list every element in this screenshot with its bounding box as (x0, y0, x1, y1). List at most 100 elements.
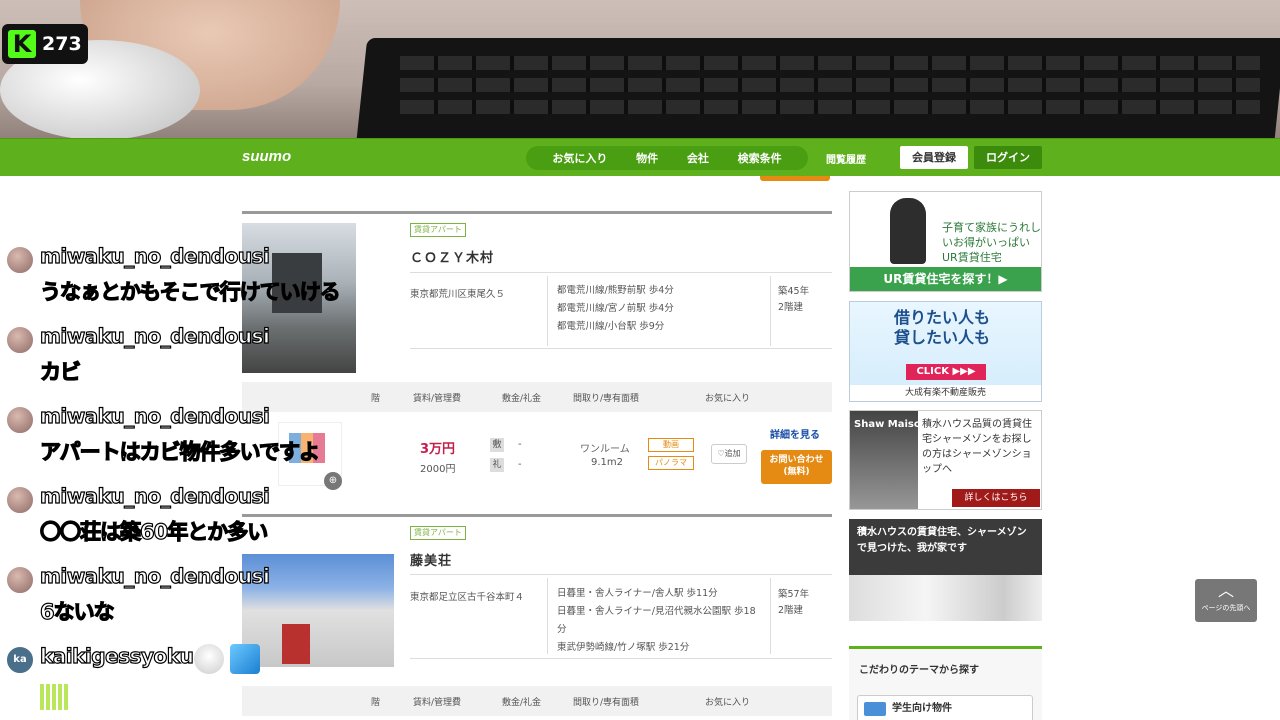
station-item: 都電荒川線/宮ノ前駅 歩4分 (557, 303, 674, 314)
building-info: 築57年 2階建 (778, 587, 809, 619)
divider (547, 578, 548, 654)
avatar (6, 566, 34, 594)
building-floors: 2階建 (778, 605, 804, 616)
key-money-row: 礼- (490, 458, 522, 472)
previous-inquiry-button[interactable] (760, 176, 830, 181)
keyboard-keys (400, 100, 1260, 114)
ad-headline: 借りたい人も 貸したい人も (894, 308, 990, 348)
ad-photo (890, 198, 926, 264)
ad-text: 積水ハウスの賃貸住宅、シャーメゾンで見つけた、我が家です (857, 527, 1027, 554)
station-item: 日暮里・舎人ライナー/見沼代親水公園駅 歩18分 (557, 606, 756, 635)
col-layout: 間取り/専有面積 (573, 394, 640, 404)
divider (770, 578, 771, 654)
station-item: 日暮里・舎人ライナー/舎人駅 歩11分 (557, 588, 718, 599)
ad-text: 子育て家族にうれしいお得がいっぱい UR賃貸住宅 (942, 221, 1041, 264)
chat-username: miwaku_no_dendousi (39, 483, 270, 508)
property-address: 東京都足立区古千谷本町４ (410, 592, 525, 603)
chat-username: miwaku_no_dendousi (39, 323, 270, 348)
register-button[interactable]: 会員登録 (900, 146, 968, 169)
zoom-icon[interactable]: ⊕ (324, 472, 342, 490)
theme-item-label: 学生向け物件 (892, 703, 952, 714)
col-floor: 階 (371, 394, 381, 404)
avatar (6, 406, 34, 434)
deposit-row: 敷- (490, 438, 522, 452)
nav-properties[interactable]: 物件 (636, 150, 658, 166)
deposit-label: 敷 (490, 438, 504, 452)
col-floor: 階 (371, 698, 381, 708)
chat-text: アパートはカビ物件多いですよ (39, 439, 320, 464)
listing-separator (242, 514, 832, 517)
divider (547, 276, 548, 346)
keyboard-keys (400, 78, 1260, 92)
avatar: ka (6, 646, 34, 674)
theme-search-box: こだわりのテーマから探す 学生向け物件 (849, 646, 1042, 720)
suumo-logo[interactable]: suumo (242, 148, 291, 165)
listing-separator (242, 211, 832, 214)
shamaison-ad[interactable]: Shaw Maison 積水ハウス品質の賃貸住宅シャーメゾンをお探しの方はシャー… (849, 410, 1042, 510)
property-name[interactable]: 藤美荘 (410, 550, 452, 569)
ur-housing-ad[interactable]: 子育て家族にうれしいお得がいっぱい UR賃貸住宅 UR賃貸住宅を探す！▶ (849, 191, 1042, 292)
nav-companies[interactable]: 会社 (687, 150, 709, 166)
key-money-label: 礼 (490, 458, 504, 472)
col-layout: 間取り/専有面積 (573, 698, 640, 708)
graduation-cap-icon (864, 702, 886, 716)
ad-brand: Shaw Maison (854, 419, 928, 430)
col-favorite: お気に入り (705, 698, 751, 708)
property-name[interactable]: ＣＯＺＹ木村 (410, 247, 494, 266)
chat-username: miwaku_no_dendousi (39, 403, 270, 428)
sekisui-ad[interactable]: 積水ハウスの賃貸住宅、シャーメゾンで見つけた、我が家です (849, 519, 1042, 621)
divider (410, 272, 832, 273)
inquiry-button[interactable]: お問い合わせ (無料) (761, 450, 832, 484)
audio-bars-icon (40, 684, 68, 710)
key-money-value: - (518, 459, 522, 470)
emote-icon (194, 644, 224, 674)
room-layout: ワンルーム (580, 444, 630, 455)
main-nav: お気に入り 物件 会社 検索条件 (526, 146, 808, 170)
deposit-value: - (518, 439, 522, 450)
avatar (6, 486, 34, 514)
taisei-ad[interactable]: 借りたい人も 貸したい人も CLICK ▶▶▶ 大成有楽不動産販売 (849, 301, 1042, 402)
ad-cta: UR賃貸住宅を探す！▶ (850, 267, 1041, 291)
management-fee: 2000円 (420, 464, 456, 475)
building-age: 築57年 (778, 589, 810, 600)
history-dropdown[interactable]: 閲覧履歴 (826, 151, 866, 166)
viewer-count-badge: K 273 (2, 24, 88, 64)
kick-logo-icon: K (8, 30, 36, 58)
theme-student-link[interactable]: 学生向け物件 (857, 695, 1033, 720)
add-favorite-button[interactable]: ♡追加 (711, 444, 747, 464)
site-header: suumo お気に入り 物件 会社 検索条件 閲覧履歴 会員登録 ログイン (0, 138, 1280, 176)
ad-headline-2: 貸したい人も (894, 328, 991, 347)
chat-text: うなぁとかもそこで行けていける (39, 279, 341, 304)
divider (410, 658, 832, 659)
panorama-badge[interactable]: パノラマ (648, 456, 694, 470)
col-favorite: お気に入り (705, 394, 751, 404)
video-badge[interactable]: 動画 (648, 438, 694, 452)
view-details-link[interactable]: 詳細を見る (770, 426, 820, 441)
nav-favorites[interactable]: お気に入り (552, 150, 607, 166)
station-item: 都電荒川線/熊野前駅 歩4分 (557, 285, 674, 296)
avatar (6, 326, 34, 354)
property-type-tag: 賃貸アパート (410, 526, 466, 540)
nav-search-conditions[interactable]: 検索条件 (738, 150, 782, 166)
station-list: 日暮里・舎人ライナー/舎人駅 歩11分 日暮里・舎人ライナー/見沼代親水公園駅 … (557, 585, 762, 657)
col-deposit: 敷金/礼金 (502, 394, 542, 404)
avatar (6, 246, 34, 274)
divider (410, 348, 832, 349)
chat-username: miwaku_no_dendousi (39, 243, 270, 268)
ad-details-button: 詳しくはこちら (952, 489, 1040, 507)
back-to-top-label: ページの先頭へ (1201, 604, 1251, 612)
rent-price: 3万円 (420, 442, 456, 457)
chat-text: カビ (39, 359, 81, 384)
station-item: 都電荒川線/小台駅 歩9分 (557, 321, 665, 332)
chat-text: 〇〇荘は築60年とか多い (39, 519, 268, 544)
theme-title: こだわりのテーマから探す (859, 665, 979, 676)
building-age: 築45年 (778, 286, 810, 297)
back-to-top-button[interactable]: ︿ ページの先頭へ (1195, 579, 1257, 622)
viewer-count: 273 (42, 33, 82, 55)
divider (770, 276, 771, 346)
webcam-feed (0, 0, 1280, 140)
chat-username: miwaku_no_dendousi (39, 563, 270, 588)
inquiry-label: お問い合わせ (769, 455, 824, 465)
col-rent: 賃料/管理費 (413, 698, 462, 708)
login-button[interactable]: ログイン (974, 146, 1042, 169)
